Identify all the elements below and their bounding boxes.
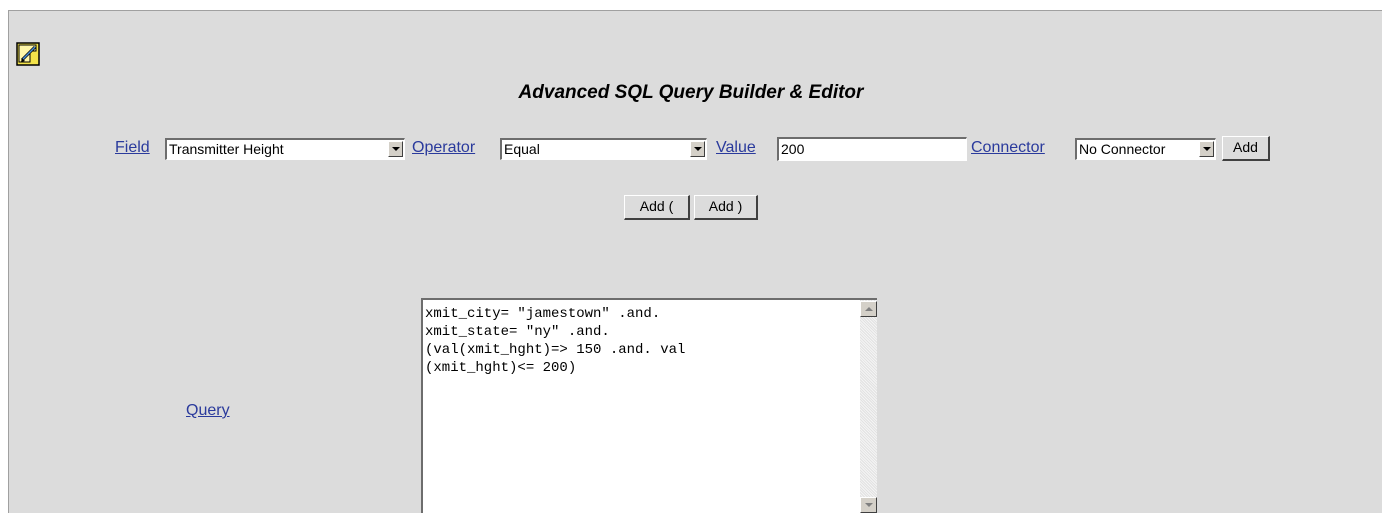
operator-select-value: Equal (504, 141, 540, 157)
chevron-down-icon[interactable] (1199, 141, 1214, 157)
scroll-down-icon[interactable] (860, 497, 877, 513)
add-open-paren-button[interactable]: Add ( (624, 195, 690, 220)
query-link[interactable]: Query (186, 402, 230, 420)
chevron-down-icon[interactable] (388, 141, 403, 157)
field-select-value: Transmitter Height (169, 141, 284, 157)
add-close-paren-button[interactable]: Add ) (694, 195, 758, 220)
page-title: Advanced SQL Query Builder & Editor (518, 82, 864, 103)
field-select[interactable]: Transmitter Height (165, 138, 405, 160)
connector-select[interactable]: No Connector (1075, 138, 1216, 160)
add-button[interactable]: Add (1222, 136, 1270, 161)
query-textarea[interactable]: xmit_city= "jamestown" .and. xmit_state=… (421, 298, 877, 513)
connector-select-value: No Connector (1079, 141, 1166, 157)
field-link[interactable]: Field (115, 139, 150, 157)
connector-link[interactable]: Connector (971, 139, 1045, 157)
document-edit-icon (16, 42, 42, 68)
query-text[interactable]: xmit_city= "jamestown" .and. xmit_state=… (425, 305, 845, 377)
value-link[interactable]: Value (716, 139, 756, 157)
value-input[interactable]: 200 (777, 137, 967, 161)
query-scrollbar[interactable] (860, 300, 877, 513)
scroll-up-icon[interactable] (860, 301, 877, 317)
operator-link[interactable]: Operator (412, 139, 475, 157)
operator-select[interactable]: Equal (500, 138, 707, 160)
chevron-down-icon[interactable] (690, 141, 705, 157)
